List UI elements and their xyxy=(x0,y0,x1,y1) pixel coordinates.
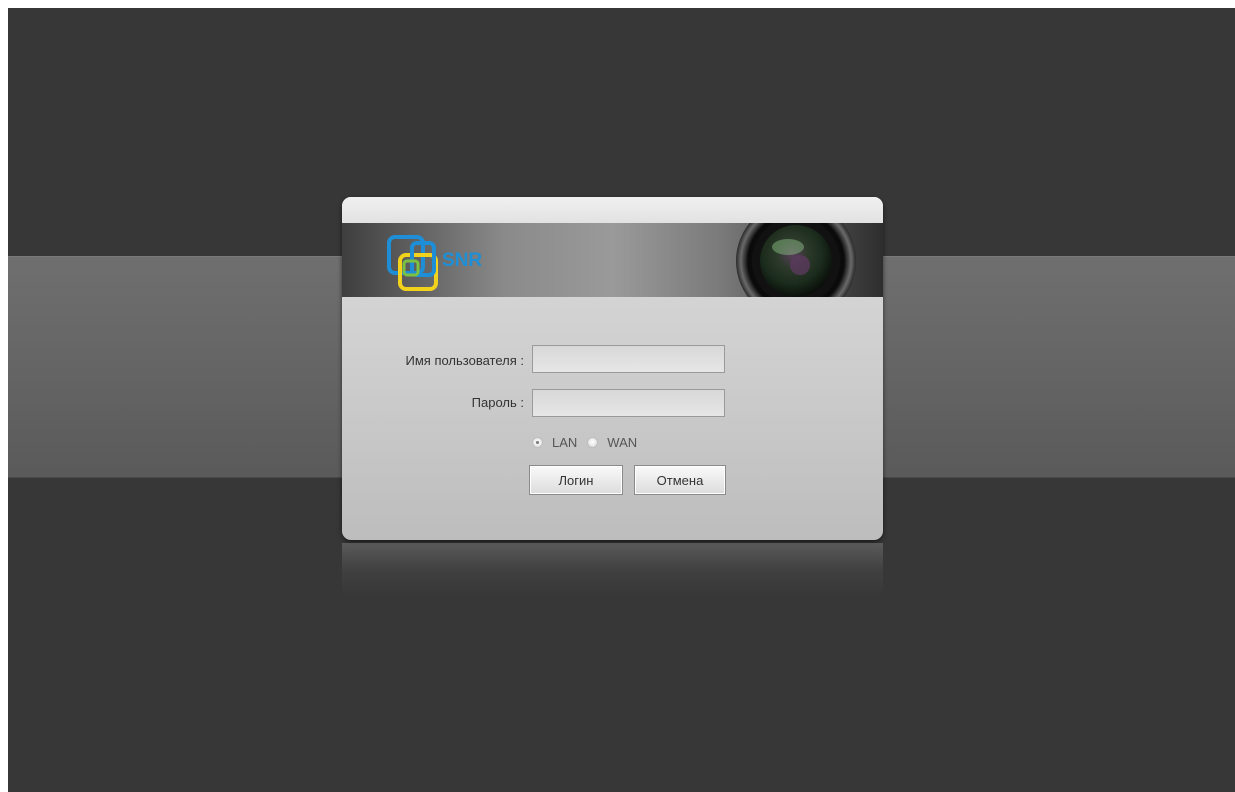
snr-logo: SNR xyxy=(387,235,482,291)
wan-radio-label: WAN xyxy=(607,435,638,450)
password-label: Пароль : xyxy=(471,395,524,410)
lan-radio[interactable] xyxy=(532,437,543,448)
lan-radio-label: LAN xyxy=(552,435,578,450)
login-screen: SNR Имя пользователя: Пароль: LAN WAN … xyxy=(8,8,1235,792)
password-input[interactable] xyxy=(532,389,725,417)
logo-text: SNR xyxy=(442,250,482,271)
camera-lens-icon xyxy=(736,223,856,297)
network-type-group: LAN WAN xyxy=(532,435,647,450)
login-dialog: SNR Имя пользователя: Пароль: LAN WAN … xyxy=(342,197,883,540)
wan-radio[interactable] xyxy=(587,437,599,448)
dialog-reflection xyxy=(342,543,883,598)
cancel-button[interactable]: Отмена xyxy=(634,465,726,495)
login-button[interactable]: Логин xyxy=(529,465,623,495)
dialog-top-bar xyxy=(342,197,883,223)
username-label: Имя пользователя : xyxy=(405,353,524,368)
username-input[interactable] xyxy=(532,345,725,373)
dialog-banner: SNR xyxy=(342,223,883,297)
